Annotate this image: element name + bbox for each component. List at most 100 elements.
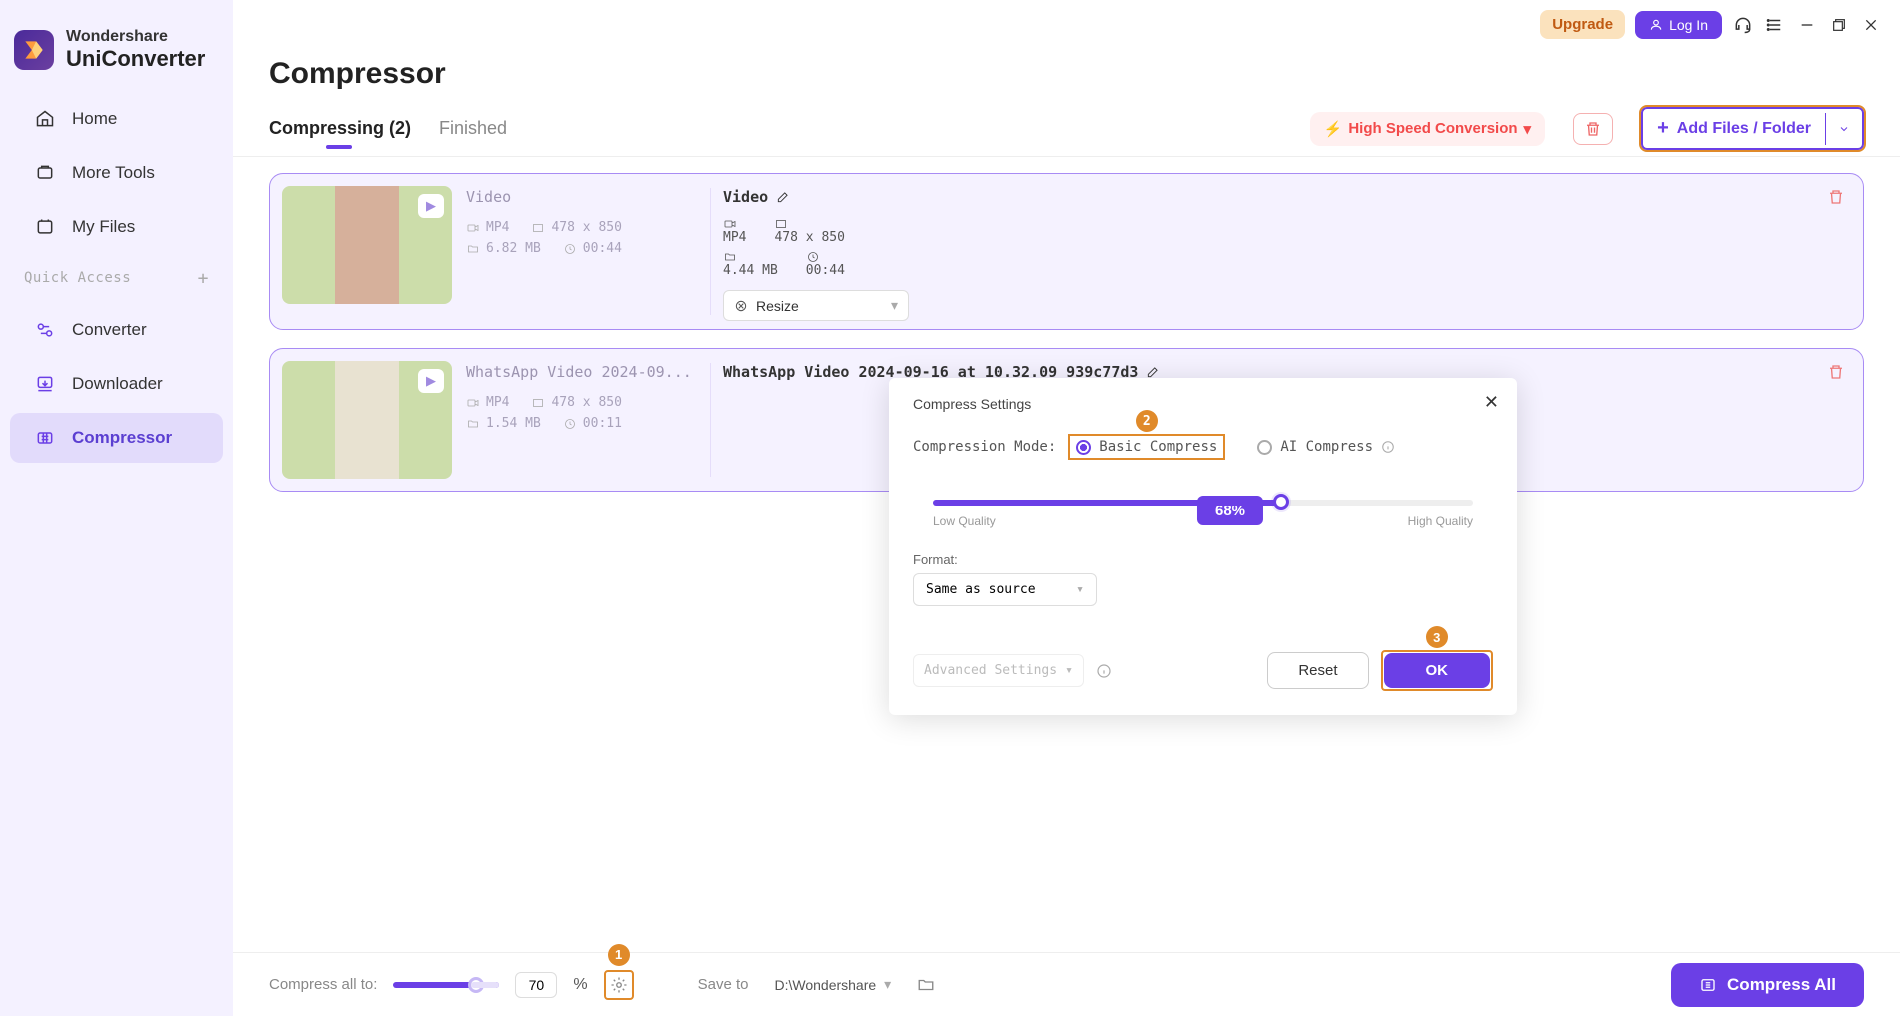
save-to-label: Save to bbox=[698, 976, 749, 993]
high-quality-label: High Quality bbox=[1408, 514, 1473, 528]
compress-all-button[interactable]: Compress All bbox=[1671, 963, 1864, 1007]
compressor-icon bbox=[34, 427, 56, 449]
info-icon[interactable] bbox=[1381, 440, 1395, 454]
format-select[interactable]: Same as source ▾ bbox=[913, 573, 1097, 606]
downloader-icon bbox=[34, 373, 56, 395]
quick-access-label: Quick Access bbox=[24, 270, 131, 286]
callout-badge: 3 bbox=[1426, 626, 1448, 648]
mode-label: Compression Mode: bbox=[913, 439, 1056, 455]
tabs-row: Compressing (2) Finished ⚡ High Speed Co… bbox=[233, 103, 1900, 157]
quality-slider[interactable]: 68% Low Quality High Quality bbox=[933, 500, 1473, 528]
nav-compressor[interactable]: Compressor bbox=[10, 413, 223, 463]
basic-compress-radio[interactable]: 2 Basic Compress bbox=[1068, 434, 1225, 460]
popup-close-button[interactable]: ✕ bbox=[1484, 392, 1499, 413]
converter-icon bbox=[34, 319, 56, 341]
open-folder-button[interactable] bbox=[917, 976, 935, 994]
source-title: WhatsApp Video 2024-09... bbox=[466, 363, 698, 381]
folder-icon bbox=[466, 243, 480, 255]
nav-label: Downloader bbox=[72, 374, 163, 394]
info-icon[interactable] bbox=[1096, 663, 1112, 679]
compress-all-label: Compress All bbox=[1727, 975, 1836, 995]
video-thumbnail[interactable]: ▶ bbox=[282, 361, 452, 479]
trash-icon bbox=[1584, 120, 1602, 138]
chevron-down-icon: ▾ bbox=[1076, 582, 1084, 597]
close-icon[interactable] bbox=[1860, 14, 1882, 36]
edit-icon[interactable] bbox=[776, 190, 790, 204]
chevron-down-icon bbox=[1838, 123, 1850, 135]
bottom-bar: Compress all to: 70 % 1 Save to D:\Wonde… bbox=[233, 952, 1900, 1016]
folder-icon bbox=[466, 418, 480, 430]
reset-button[interactable]: Reset bbox=[1267, 652, 1368, 689]
folder-icon bbox=[917, 976, 935, 994]
plus-icon[interactable]: + bbox=[198, 268, 209, 289]
video-icon bbox=[723, 218, 737, 230]
hs-label: High Speed Conversion bbox=[1348, 120, 1517, 137]
tab-compressing[interactable]: Compressing (2) bbox=[269, 108, 411, 155]
high-speed-toggle[interactable]: ⚡ High Speed Conversion ▾ bbox=[1310, 112, 1545, 146]
login-button[interactable]: Log In bbox=[1635, 11, 1722, 39]
remove-file-button[interactable] bbox=[1827, 363, 1845, 381]
resize-select[interactable]: Resize ▾ bbox=[723, 290, 909, 321]
radio-icon bbox=[1076, 440, 1091, 455]
global-settings-button[interactable]: 1 bbox=[604, 970, 634, 1000]
slider-thumb[interactable] bbox=[1273, 494, 1289, 510]
source-title: Video bbox=[466, 188, 698, 206]
tab-finished[interactable]: Finished bbox=[439, 108, 507, 155]
output-info: Video MP4 478 x 850 4.44 MB 00:44 bbox=[723, 182, 1855, 321]
advanced-settings-select[interactable]: Advanced Settings ▾ bbox=[913, 654, 1084, 687]
chevron-down-icon: ▾ bbox=[1524, 120, 1532, 138]
nav-home[interactable]: Home bbox=[10, 94, 223, 144]
callout-badge: 1 bbox=[608, 944, 630, 966]
file-card: ▶ Video MP4 478 x 850 6.82 MB 00:44 bbox=[269, 173, 1864, 330]
format-label: Format: bbox=[913, 552, 1493, 567]
nav-label: Home bbox=[72, 109, 117, 129]
remove-file-button[interactable] bbox=[1827, 188, 1845, 206]
nav-label: More Tools bbox=[72, 163, 155, 183]
titlebar: Upgrade Log In bbox=[233, 0, 1900, 49]
nav-more-tools[interactable]: More Tools bbox=[10, 148, 223, 198]
nav-converter[interactable]: Converter bbox=[10, 305, 223, 355]
add-label: Add Files / Folder bbox=[1677, 120, 1811, 138]
menu-icon[interactable] bbox=[1764, 14, 1786, 36]
percent-suffix: % bbox=[573, 976, 587, 994]
edit-icon[interactable] bbox=[1146, 365, 1160, 379]
source-info: WhatsApp Video 2024-09... MP4 478 x 850 … bbox=[466, 357, 698, 483]
clear-all-button[interactable] bbox=[1573, 113, 1613, 145]
resize-icon bbox=[734, 299, 748, 313]
low-quality-label: Low Quality bbox=[933, 514, 996, 528]
nav-my-files[interactable]: My Files bbox=[10, 202, 223, 252]
save-path-select[interactable]: D:\Wondershare ▾ bbox=[764, 970, 901, 999]
source-info: Video MP4 478 x 850 6.82 MB 00:44 bbox=[466, 182, 698, 321]
tools-icon bbox=[34, 162, 56, 184]
nav-downloader[interactable]: Downloader bbox=[10, 359, 223, 409]
add-files-button[interactable]: + Add Files / Folder bbox=[1641, 107, 1864, 150]
minimize-icon[interactable] bbox=[1796, 14, 1818, 36]
app-logo: Wondershare UniConverter bbox=[0, 18, 233, 92]
ok-button[interactable]: OK bbox=[1384, 653, 1491, 688]
play-icon: ▶ bbox=[418, 194, 444, 218]
main-area: Upgrade Log In Compressor Compressing (2… bbox=[233, 0, 1900, 1016]
user-icon bbox=[1649, 18, 1663, 32]
files-icon bbox=[34, 216, 56, 238]
popup-title: Compress Settings bbox=[913, 396, 1493, 412]
trash-icon bbox=[1827, 363, 1845, 381]
clock-icon bbox=[563, 243, 577, 255]
output-title: Video bbox=[723, 188, 768, 206]
video-thumbnail[interactable]: ▶ bbox=[282, 186, 452, 304]
chevron-down-icon: ▾ bbox=[884, 976, 891, 993]
ai-compress-radio[interactable]: AI Compress bbox=[1251, 436, 1401, 458]
global-quality-slider[interactable] bbox=[393, 982, 499, 988]
headset-icon[interactable] bbox=[1732, 14, 1754, 36]
dimensions-icon bbox=[531, 222, 545, 234]
upgrade-button[interactable]: Upgrade bbox=[1540, 10, 1625, 39]
dimensions-icon bbox=[531, 397, 545, 409]
video-icon bbox=[466, 222, 480, 234]
login-label: Log In bbox=[1669, 17, 1708, 33]
nav-label: My Files bbox=[72, 217, 135, 237]
add-dropdown-caret[interactable] bbox=[1825, 113, 1862, 145]
video-icon bbox=[466, 397, 480, 409]
maximize-icon[interactable] bbox=[1828, 14, 1850, 36]
slider-thumb[interactable] bbox=[468, 977, 484, 993]
percent-input[interactable]: 70 bbox=[515, 972, 557, 998]
clock-icon bbox=[563, 418, 577, 430]
